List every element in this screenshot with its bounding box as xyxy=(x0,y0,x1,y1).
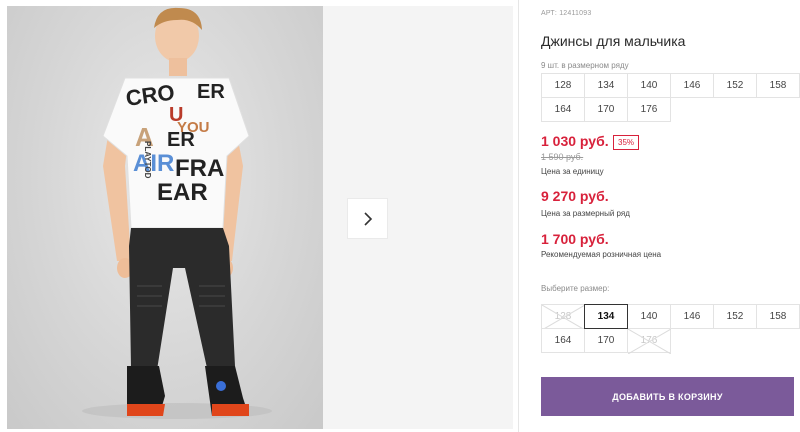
range-size-cell: 128 xyxy=(541,73,585,98)
old-price: 1 590 руб. xyxy=(541,152,584,162)
print-text-9: EAR xyxy=(157,179,208,206)
range-size-cell: 176 xyxy=(627,97,671,122)
size-option-unavailable: 128 xyxy=(541,304,585,330)
product-photo[interactable]: CRO ER U YOU A ER AIR FRA EAR PLAYTOD xyxy=(7,6,323,429)
gallery-next-button[interactable] xyxy=(348,199,387,238)
size-option-label: 164 xyxy=(554,335,572,346)
size-option-unavailable: 176 xyxy=(627,328,671,354)
range-price-label: Цена за размерный ряд xyxy=(541,209,630,218)
discount-badge: 35% xyxy=(613,135,640,150)
range-size-cell: 170 xyxy=(584,97,628,122)
unit-price-label: Цена за единицу xyxy=(541,167,604,176)
unit-price: 1 030 руб. xyxy=(541,133,609,149)
size-option[interactable]: 164 xyxy=(541,328,585,353)
range-size-cell: 164 xyxy=(541,97,585,122)
size-option-label: 146 xyxy=(683,311,701,322)
product-title: Джинсы для мальчика xyxy=(541,33,686,49)
rrp-price-label: Рекомендуемая розничная цена xyxy=(541,250,662,259)
range-size-cell: 146 xyxy=(670,73,714,98)
size-option-label: 170 xyxy=(597,335,615,346)
size-option[interactable]: 158 xyxy=(756,304,800,329)
range-size-cell: 134 xyxy=(584,73,628,98)
print-text-10: PLAYTOD xyxy=(143,141,152,179)
print-text-8: FRA xyxy=(175,155,224,182)
size-range-note: 9 шт. в размерном ряду xyxy=(541,61,629,70)
range-size-cell: 140 xyxy=(627,73,671,98)
size-option-label: 158 xyxy=(769,311,787,322)
range-price: 9 270 руб. xyxy=(541,188,609,204)
size-option-label: 140 xyxy=(640,311,658,322)
size-option-selected[interactable]: 134 xyxy=(584,304,628,329)
panel-divider xyxy=(518,0,519,432)
range-size-cell: 152 xyxy=(713,73,757,98)
size-range-grid: 128 134 140 146 152 158 164 170 176 xyxy=(541,73,800,122)
size-option-label: 152 xyxy=(726,311,744,322)
add-to-cart-button[interactable]: ДОБАВИТЬ В КОРЗИНУ xyxy=(541,377,794,416)
print-text-6: ER xyxy=(167,129,195,151)
chevron-right-icon xyxy=(363,211,372,226)
product-sku: АРТ: 12411093 xyxy=(541,10,592,17)
unavailable-cross-icon xyxy=(542,305,585,330)
size-selector-label: Выберите размер: xyxy=(541,284,610,293)
size-option[interactable]: 140 xyxy=(627,304,671,329)
print-text-7: AIR xyxy=(133,150,174,177)
unavailable-cross-icon xyxy=(628,329,671,354)
size-option[interactable]: 152 xyxy=(713,304,757,329)
range-size-cell: 158 xyxy=(756,73,800,98)
size-selector-grid: 128 134 140 146 152 158 164 170 176 xyxy=(541,304,800,354)
print-text-2: ER xyxy=(197,81,225,103)
size-option[interactable]: 146 xyxy=(670,304,714,329)
boy-model-illustration: CRO ER U YOU A ER AIR FRA EAR PLAYTOD xyxy=(82,7,272,419)
size-option[interactable]: 170 xyxy=(584,328,628,353)
size-option-label: 134 xyxy=(597,311,615,322)
product-gallery: CRO ER U YOU A ER AIR FRA EAR PLAYTOD xyxy=(0,0,518,432)
rrp-price: 1 700 руб. xyxy=(541,231,609,247)
